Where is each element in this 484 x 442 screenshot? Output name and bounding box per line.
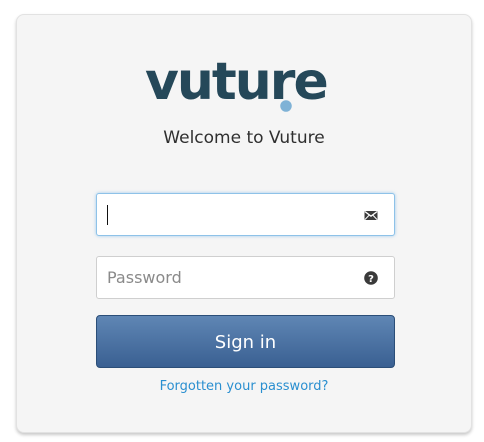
vuture-logo: vuture	[145, 53, 329, 113]
question-circle-icon: ?	[364, 271, 378, 285]
email-field[interactable]	[96, 193, 395, 236]
svg-text:?: ?	[368, 274, 374, 285]
envelope-icon	[364, 211, 378, 220]
password-input[interactable]	[97, 257, 347, 298]
email-input[interactable]	[97, 194, 347, 235]
welcome-heading: Welcome to Vuture	[163, 128, 325, 148]
text-caret	[107, 205, 108, 225]
sign-in-button[interactable]: Sign in	[96, 315, 395, 368]
forgot-password-link[interactable]: Forgotten your password?	[17, 379, 471, 394]
login-card: vuture Welcome to Vuture ? Sign in Forgo…	[16, 14, 472, 433]
logo-text: vuture	[145, 53, 327, 112]
logo-dot	[278, 98, 294, 113]
password-field[interactable]: ?	[96, 256, 395, 299]
